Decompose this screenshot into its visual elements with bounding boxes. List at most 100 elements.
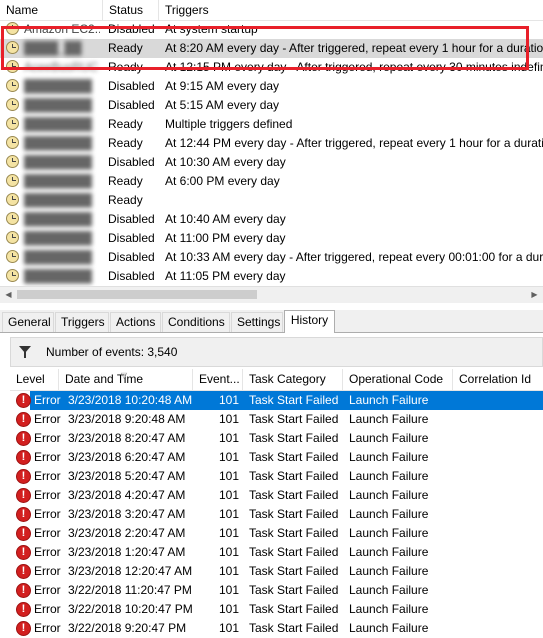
error-icon: ! — [16, 507, 31, 522]
column-header-name[interactable]: Name — [0, 0, 103, 20]
error-icon: ! — [16, 583, 31, 598]
event-operational-code: Launch Failure — [349, 602, 429, 616]
event-row[interactable]: ! Error 3/23/2018 3:20:47 AM 101 Task Start … — [10, 505, 543, 524]
task-name: ████_██ — [24, 41, 82, 55]
tab-general[interactable]: General — [2, 312, 54, 332]
event-id: 101 — [219, 488, 240, 502]
task-row[interactable]: ████████ Ready At 12:44 PM every day - Aft… — [0, 134, 543, 153]
column-header-operational-code[interactable]: Operational Code — [343, 369, 453, 390]
event-id: 101 — [219, 431, 240, 445]
task-name: ████████ — [24, 136, 93, 150]
task-row[interactable]: ████████ Disabled At 11:00 PM every day — [0, 229, 543, 248]
event-date-time: 3/23/2018 2:20:47 AM — [68, 526, 186, 540]
event-task-category: Task Start Failed — [249, 602, 339, 616]
error-icon: ! — [16, 393, 31, 408]
event-count: Number of events: 3,540 — [46, 345, 178, 359]
task-row[interactable]: ████████ Ready At 6:00 PM every day — [0, 172, 543, 191]
event-operational-code: Launch Failure — [349, 621, 429, 635]
error-icon: ! — [16, 469, 31, 484]
task-name: ████████ — [24, 269, 93, 283]
event-row[interactable]: ! Error 3/23/2018 8:20:47 AM 101 Task Start … — [10, 429, 543, 448]
task-status: Disabled — [108, 22, 155, 36]
task-name: ████████ — [24, 231, 93, 245]
scroll-right-arrow-icon[interactable]: ▶ — [526, 287, 543, 303]
task-row[interactable]: ████████ Ready — [0, 191, 543, 210]
task-trigger: At 10:40 AM every day — [165, 212, 286, 226]
task-row[interactable]: ████_██ Ready At 8:20 AM every day - After… — [0, 39, 543, 58]
event-task-category: Task Start Failed — [249, 469, 339, 483]
event-date-time: 3/23/2018 12:20:47 AM — [68, 564, 193, 578]
column-header-task-category[interactable]: Task Category — [243, 369, 343, 390]
task-status: Ready — [108, 41, 143, 55]
error-icon: ! — [16, 564, 31, 579]
event-level: Error — [34, 621, 61, 635]
event-level: Error — [34, 450, 61, 464]
tab-conditions[interactable]: Conditions — [162, 312, 230, 332]
scheduled-task-icon — [6, 193, 19, 206]
event-id: 101 — [219, 393, 240, 407]
event-row[interactable]: ! Error 3/23/2018 10:20:48 AM 101 Task Start… — [10, 391, 543, 410]
task-row[interactable]: Amazon EC2... Disabled At system startup — [0, 20, 543, 39]
task-row[interactable]: ████████ Disabled At 10:40 AM every day — [0, 210, 543, 229]
event-row[interactable]: ! Error 3/22/2018 11:20:47 PM 101 Task Start… — [10, 581, 543, 600]
event-id: 101 — [219, 450, 240, 464]
task-list-header: Name Status Triggers — [0, 0, 543, 21]
task-row[interactable]: AceeBusRUC Ready At 12:15 PM every day - A… — [0, 58, 543, 77]
event-date-time: 3/23/2018 4:20:47 AM — [68, 488, 186, 502]
event-row[interactable]: ! Error 3/22/2018 9:20:47 PM 101 Task Start … — [10, 619, 543, 638]
filter-icon[interactable] — [19, 346, 31, 358]
task-name: ████████ — [24, 79, 93, 93]
column-header-correlation-id[interactable]: Correlation Id — [453, 369, 543, 390]
event-row[interactable]: ! Error 3/23/2018 6:20:47 AM 101 Task Start … — [10, 448, 543, 467]
event-operational-code: Launch Failure — [349, 564, 429, 578]
tab-actions[interactable]: Actions — [110, 312, 161, 332]
task-status: Disabled — [108, 79, 155, 93]
tab-history[interactable]: History — [284, 310, 335, 333]
event-operational-code: Launch Failure — [349, 545, 429, 559]
task-row[interactable]: ████████ Disabled At 5:15 AM every day — [0, 96, 543, 115]
event-level: Error — [34, 488, 61, 502]
event-task-category: Task Start Failed — [249, 545, 339, 559]
task-row[interactable]: ████████ Disabled At 9:15 AM every day — [0, 77, 543, 96]
scroll-left-arrow-icon[interactable]: ◀ — [0, 287, 17, 303]
task-row[interactable]: ████████ Disabled At 10:30 AM every day — [0, 153, 543, 172]
column-header-status[interactable]: Status — [103, 0, 159, 20]
event-row[interactable]: ! Error 3/23/2018 4:20:47 AM 101 Task Start … — [10, 486, 543, 505]
event-operational-code: Launch Failure — [349, 393, 429, 407]
column-header-event-id[interactable]: Event... — [193, 369, 243, 390]
event-row[interactable]: ! Error 3/23/2018 12:20:47 AM 101 Task Start… — [10, 562, 543, 581]
scheduled-task-icon — [6, 136, 19, 149]
scheduled-task-icon — [6, 22, 19, 35]
event-date-time: 3/23/2018 8:20:47 AM — [68, 431, 186, 445]
task-row[interactable]: ████████ Disabled At 10:33 AM every day - … — [0, 248, 543, 267]
scheduled-task-icon — [6, 155, 19, 168]
column-header-level[interactable]: Level — [10, 369, 59, 390]
event-date-time: 3/22/2018 9:20:47 PM — [68, 621, 187, 635]
task-status: Disabled — [108, 250, 155, 264]
event-date-time: 3/23/2018 6:20:47 AM — [68, 450, 186, 464]
column-header-triggers[interactable]: Triggers — [159, 0, 543, 20]
event-row[interactable]: ! Error 3/23/2018 9:20:48 AM 101 Task Start … — [10, 410, 543, 429]
task-name: Amazon EC2... — [24, 22, 100, 36]
event-id: 101 — [219, 564, 240, 578]
event-row[interactable]: ! Error 3/23/2018 1:20:47 AM 101 Task Start … — [10, 543, 543, 562]
task-trigger: Multiple triggers defined — [165, 117, 293, 131]
event-row[interactable]: ! Error 3/23/2018 2:20:47 AM 101 Task Start … — [10, 524, 543, 543]
event-operational-code: Launch Failure — [349, 412, 429, 426]
event-row[interactable]: ! Error 3/23/2018 5:20:47 AM 101 Task Start … — [10, 467, 543, 486]
error-icon: ! — [16, 450, 31, 465]
event-row[interactable]: ! Error 3/22/2018 10:20:47 PM 101 Task Start… — [10, 600, 543, 619]
scrollbar-thumb[interactable] — [17, 290, 257, 299]
task-row[interactable]: ████████ Disabled At 11:05 PM every day — [0, 267, 543, 286]
task-trigger: At 11:00 PM every day — [165, 231, 286, 245]
task-name: AceeBusRUC — [24, 60, 99, 74]
horizontal-scrollbar[interactable]: ◀ ▶ — [0, 286, 543, 303]
event-task-category: Task Start Failed — [249, 488, 339, 502]
tab-settings[interactable]: Settings — [231, 312, 283, 332]
event-filter-bar: Number of events: 3,540 — [10, 337, 543, 367]
event-task-category: Task Start Failed — [249, 412, 339, 426]
task-row[interactable]: ████████ Ready Multiple triggers defined — [0, 115, 543, 134]
column-header-date-time[interactable]: Date and Time ▽ — [59, 369, 193, 390]
tab-triggers[interactable]: Triggers — [55, 312, 109, 332]
task-trigger: At 6:00 PM every day — [165, 174, 280, 188]
